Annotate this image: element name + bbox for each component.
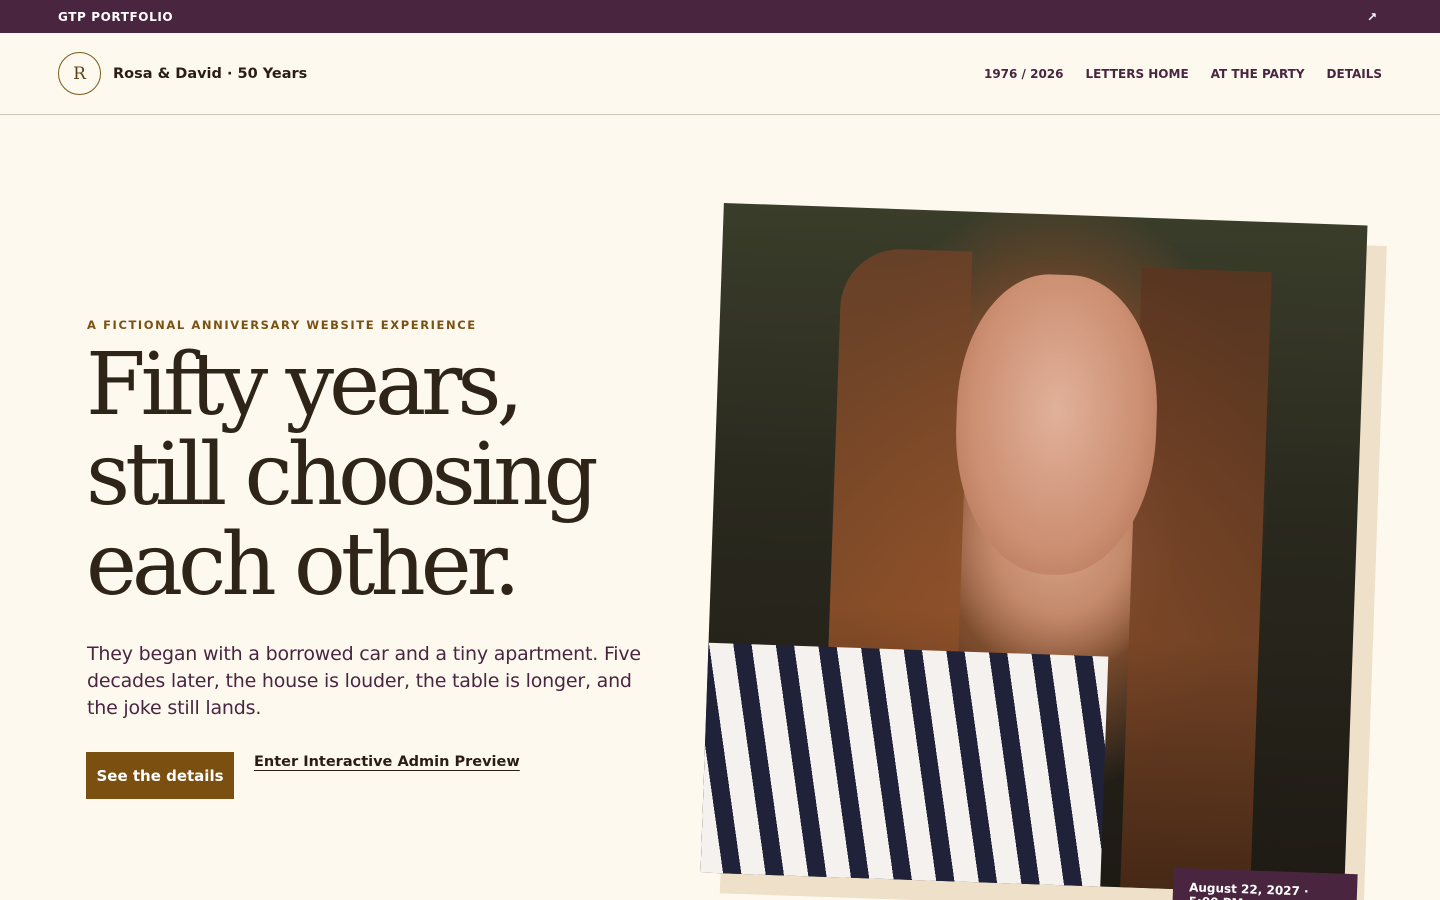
hero-photo-frame [700, 202, 1387, 900]
top-bar: GTP PORTFOLIO ↗ [0, 0, 1440, 33]
photo-detail [700, 642, 1109, 896]
portfolio-brand[interactable]: GTP PORTFOLIO [58, 10, 173, 24]
nav-item-letters-home[interactable]: LETTERS HOME [1086, 67, 1189, 81]
hero-eyebrow: A FICTIONAL ANNIVERSARY WEBSITE EXPERIEN… [87, 318, 477, 332]
headline-line: still choosing [86, 425, 599, 525]
nav-item-details[interactable]: DETAILS [1327, 67, 1382, 81]
hero-lede: They began with a borrowed car and a tin… [87, 643, 641, 719]
headline-line: each other. [86, 515, 521, 615]
external-link-icon[interactable]: ↗ [1367, 10, 1377, 24]
hero-portrait-photo [700, 202, 1368, 896]
event-date-tag: August 22, 2027 · 5:00 PM [1172, 867, 1358, 900]
hero-headline: Fifty years, still choosing each other. [86, 340, 686, 610]
main-nav: 1976 / 2026 LETTERS HOME AT THE PARTY DE… [984, 67, 1382, 81]
nav-item-years[interactable]: 1976 / 2026 [984, 67, 1064, 81]
nav-item-at-the-party[interactable]: AT THE PARTY [1211, 67, 1305, 81]
site-name: Rosa & David · 50 Years [113, 65, 308, 82]
admin-preview-link[interactable]: Enter Interactive Admin Preview [254, 754, 520, 770]
monogram-badge: R [58, 52, 101, 95]
site-header: R Rosa & David · 50 Years 1976 / 2026 LE… [0, 33, 1440, 115]
site-logo[interactable]: R Rosa & David · 50 Years [58, 52, 307, 95]
see-details-button[interactable]: See the details [86, 752, 234, 799]
photo-detail [951, 271, 1162, 579]
headline-line: Fifty years, [86, 335, 524, 435]
